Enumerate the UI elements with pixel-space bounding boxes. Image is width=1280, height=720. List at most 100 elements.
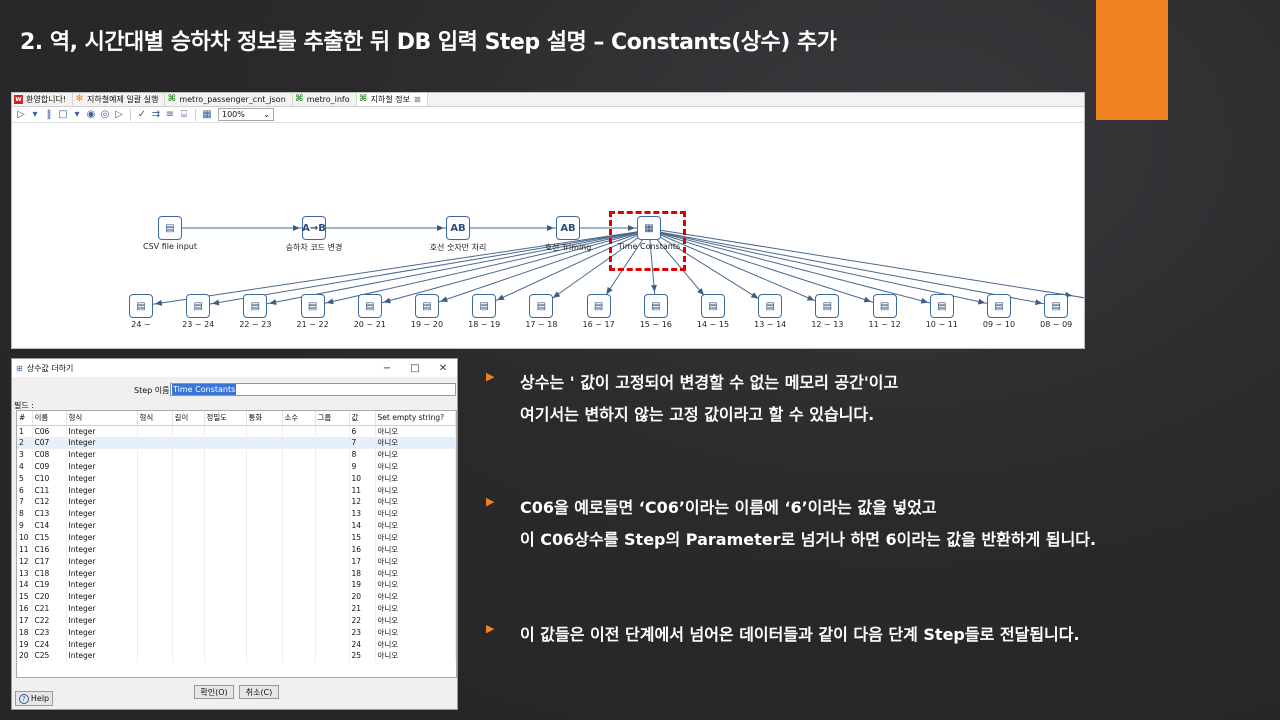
table-cell[interactable]: C10 <box>32 472 67 485</box>
table-cell[interactable]: 14 <box>17 578 33 591</box>
table-cell[interactable]: C18 <box>32 567 67 579</box>
table-cell[interactable] <box>246 507 283 520</box>
table-cell[interactable]: C22 <box>32 614 67 627</box>
table-cell[interactable] <box>137 626 173 639</box>
grid-column-header[interactable]: 소수 <box>282 411 316 426</box>
grid-column-header[interactable]: 형식 <box>66 411 138 426</box>
table-cell[interactable]: 아니오 <box>375 626 456 639</box>
table-row[interactable]: 15 C20 Integer 20 아니오 <box>17 590 456 603</box>
table-cell[interactable] <box>137 555 173 568</box>
step-output-3[interactable]: ▤ <box>300 294 325 318</box>
replay-icon[interactable]: ▷ <box>114 109 124 121</box>
table-cell[interactable] <box>204 578 247 591</box>
table-cell[interactable] <box>282 555 316 568</box>
table-cell[interactable] <box>315 472 350 485</box>
table-cell[interactable] <box>315 578 350 591</box>
table-row[interactable]: 10 C15 Integer 15 아니오 <box>17 531 456 544</box>
minimize-icon[interactable]: − <box>373 363 401 374</box>
table-cell[interactable] <box>172 496 205 508</box>
table-row[interactable]: 2 C07 Integer 7 아니오 <box>17 436 456 449</box>
table-cell[interactable] <box>246 602 283 615</box>
table-cell[interactable] <box>204 590 247 603</box>
grid-column-header[interactable]: # <box>17 411 33 426</box>
table-row[interactable]: 14 C19 Integer 19 아니오 <box>17 578 456 591</box>
tab-metro-passenger[interactable]: ⌘ metro_passenger_cnt_json <box>165 93 293 106</box>
table-cell[interactable] <box>282 590 316 603</box>
table-cell[interactable] <box>204 507 247 520</box>
table-cell[interactable] <box>137 448 173 461</box>
table-cell[interactable] <box>137 472 173 485</box>
step-output-6[interactable]: ▤ <box>472 294 497 318</box>
table-cell[interactable] <box>315 436 350 449</box>
step-string-ops-3[interactable]: AB <box>556 216 580 240</box>
table-cell[interactable]: Integer <box>66 578 138 591</box>
table-cell[interactable] <box>172 638 205 651</box>
step-output-14[interactable]: ▤ <box>929 294 954 318</box>
table-cell[interactable]: 5 <box>17 472 33 485</box>
table-cell[interactable] <box>315 448 350 461</box>
table-cell[interactable]: Integer <box>66 567 138 579</box>
table-cell[interactable]: 22 <box>349 614 376 627</box>
table-cell[interactable]: 12 <box>17 555 33 568</box>
table-cell[interactable]: Integer <box>66 519 138 532</box>
table-cell[interactable]: Integer <box>66 507 138 520</box>
table-cell[interactable]: C15 <box>32 531 67 544</box>
table-cell[interactable] <box>137 650 173 662</box>
table-cell[interactable]: 15 <box>17 590 33 603</box>
table-cell[interactable]: 9 <box>17 519 33 532</box>
table-cell[interactable] <box>315 543 350 556</box>
table-cell[interactable] <box>246 519 283 532</box>
run-icon[interactable]: ▷ <box>16 109 26 121</box>
step-output-11[interactable]: ▤ <box>758 294 783 318</box>
table-cell[interactable] <box>137 519 173 532</box>
table-cell[interactable]: Integer <box>66 650 138 662</box>
table-cell[interactable] <box>282 650 316 662</box>
table-cell[interactable] <box>137 602 173 615</box>
table-cell[interactable] <box>172 507 205 520</box>
table-cell[interactable] <box>282 448 316 461</box>
impact-icon[interactable]: ⇉ <box>151 109 161 121</box>
table-cell[interactable]: Integer <box>66 626 138 639</box>
table-row[interactable]: 16 C21 Integer 21 아니오 <box>17 602 456 615</box>
step-output-16[interactable]: ▤ <box>1044 294 1069 318</box>
table-cell[interactable] <box>246 626 283 639</box>
table-cell[interactable]: C16 <box>32 543 67 556</box>
table-cell[interactable] <box>172 590 205 603</box>
table-cell[interactable]: C25 <box>32 650 67 662</box>
table-cell[interactable]: Integer <box>66 484 138 497</box>
table-row[interactable]: 18 C23 Integer 23 아니오 <box>17 626 456 639</box>
table-cell[interactable]: 24 <box>349 638 376 651</box>
table-row[interactable]: 7 C12 Integer 12 아니오 <box>17 496 456 508</box>
table-cell[interactable]: C09 <box>32 460 67 473</box>
table-cell[interactable] <box>172 602 205 615</box>
table-cell[interactable]: 아니오 <box>375 602 456 615</box>
table-cell[interactable] <box>137 543 173 556</box>
table-cell[interactable] <box>246 614 283 627</box>
table-cell[interactable] <box>282 460 316 473</box>
table-cell[interactable]: C19 <box>32 578 67 591</box>
table-cell[interactable] <box>172 472 205 485</box>
table-cell[interactable] <box>246 531 283 544</box>
close-icon[interactable]: ⊠ <box>414 95 421 104</box>
table-cell[interactable] <box>282 602 316 615</box>
table-cell[interactable]: C24 <box>32 638 67 651</box>
table-cell[interactable] <box>137 507 173 520</box>
table-row[interactable]: 8 C13 Integer 13 아니오 <box>17 507 456 520</box>
table-cell[interactable] <box>137 638 173 651</box>
table-cell[interactable] <box>137 531 173 544</box>
table-cell[interactable]: 18 <box>349 567 376 579</box>
table-cell[interactable] <box>204 519 247 532</box>
tab-subway-batch[interactable]: ✻ 지하철예제 일괄 실행 <box>73 93 166 106</box>
table-cell[interactable] <box>282 638 316 651</box>
table-cell[interactable]: 아니오 <box>375 531 456 544</box>
table-cell[interactable]: 15 <box>349 531 376 544</box>
table-cell[interactable]: C11 <box>32 484 67 497</box>
table-cell[interactable]: 23 <box>349 626 376 639</box>
step-output-4[interactable]: ▤ <box>357 294 382 318</box>
table-cell[interactable] <box>137 496 173 508</box>
table-cell[interactable] <box>282 472 316 485</box>
table-cell[interactable]: 2 <box>17 436 33 449</box>
table-cell[interactable]: 아니오 <box>375 507 456 520</box>
table-cell[interactable]: Integer <box>66 543 138 556</box>
table-cell[interactable] <box>282 578 316 591</box>
